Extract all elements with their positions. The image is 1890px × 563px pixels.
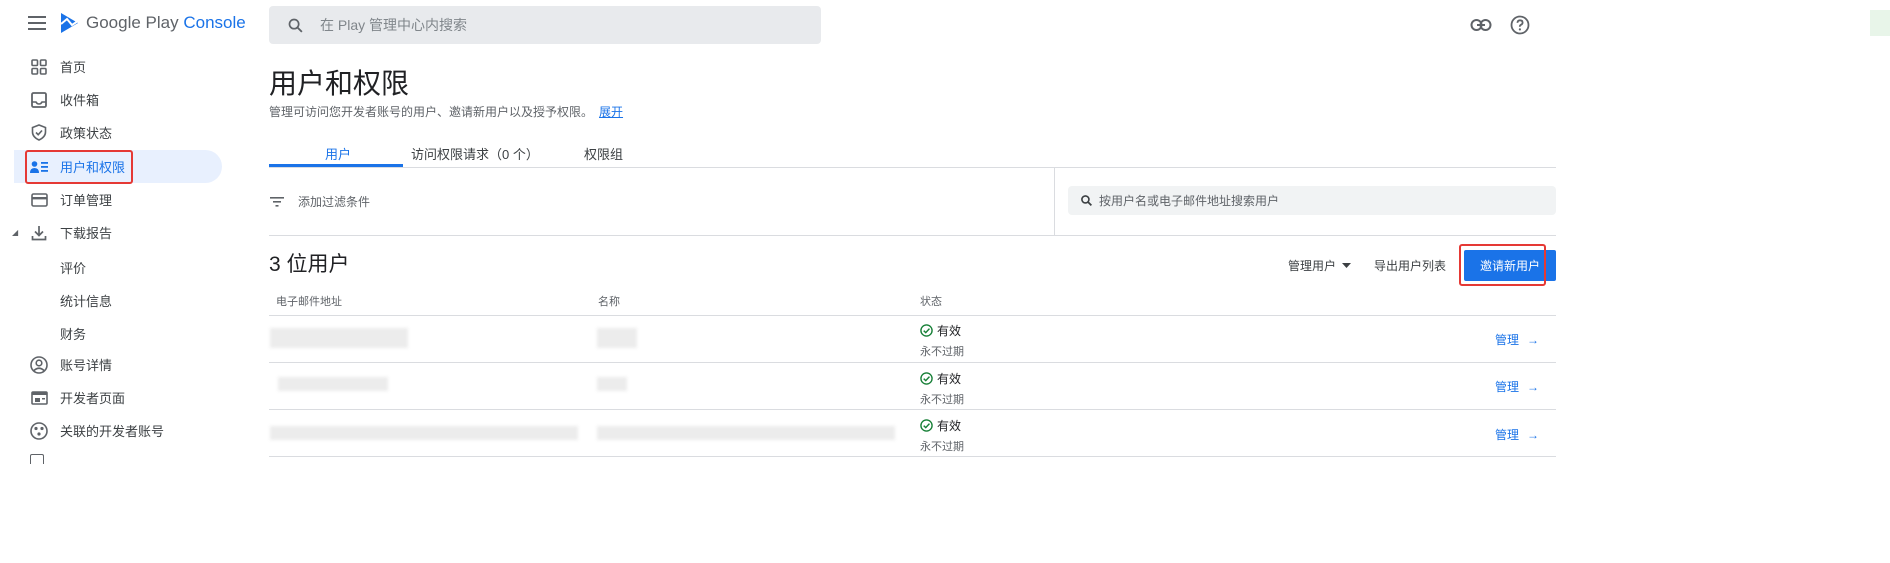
column-header-email: 电子邮件地址 xyxy=(276,296,342,308)
redacted-name xyxy=(597,426,895,440)
redacted-email xyxy=(278,377,388,391)
google-play-console-logo[interactable]: Google Play Console xyxy=(60,12,246,34)
sidebar-item-label: 关联的开发者账号 xyxy=(60,424,165,439)
manage-label: 管理 xyxy=(1495,333,1520,347)
manage-user-button[interactable]: 管理 → xyxy=(1495,331,1539,348)
sidebar-item-home[interactable]: 首页 xyxy=(14,50,222,83)
sidebar-item-label: 首页 xyxy=(60,60,87,75)
vertical-divider xyxy=(1054,168,1055,235)
expiry-text: 永不过期 xyxy=(920,394,964,406)
column-header-status: 状态 xyxy=(920,296,942,308)
sidebar-item-label: 收件箱 xyxy=(60,93,100,108)
status-badge: 有效 永不过期 xyxy=(920,417,964,454)
arrow-right-icon: → xyxy=(1527,332,1540,347)
search-icon xyxy=(1081,195,1092,206)
search-icon xyxy=(288,18,303,33)
sidebar-subitem-reviews[interactable]: 评价 xyxy=(60,258,86,277)
sidebar-item-download-reports[interactable]: 下载报告 xyxy=(14,216,222,249)
manage-users-label: 管理用户 xyxy=(1288,259,1337,273)
page-title: 用户和权限 xyxy=(269,68,410,99)
sidebar-item-label: 开发者页面 xyxy=(60,391,126,406)
status-text: 有效 xyxy=(937,419,962,433)
status-text: 有效 xyxy=(937,324,962,338)
manage-users-dropdown[interactable]: 管理用户 xyxy=(1288,257,1352,274)
download-icon xyxy=(30,224,48,242)
linked-accounts-icon xyxy=(30,421,48,440)
divider xyxy=(269,235,1556,236)
export-user-list-button[interactable]: 导出用户列表 xyxy=(1374,257,1446,274)
sidebar-item-label: 下载报告 xyxy=(60,226,113,241)
logo-text: Google Play Console xyxy=(86,13,246,32)
divider xyxy=(269,167,1556,168)
column-header-name: 名称 xyxy=(598,296,620,308)
filter-label: 添加过滤条件 xyxy=(298,195,371,209)
help-icon[interactable] xyxy=(1509,14,1531,36)
menu-icon[interactable] xyxy=(28,16,46,32)
redacted-name xyxy=(597,377,627,391)
dashboard-icon xyxy=(30,58,48,76)
sidebar-item-inbox[interactable]: 收件箱 xyxy=(14,83,222,116)
sidebar-item-account-details[interactable]: 账号详情 xyxy=(14,348,222,381)
inbox-icon xyxy=(30,91,48,109)
link-icon[interactable] xyxy=(1470,14,1492,36)
avatar[interactable] xyxy=(1870,10,1890,36)
manage-label: 管理 xyxy=(1495,428,1520,442)
user-search-placeholder: 按用户名或电子邮件地址搜索用户 xyxy=(1099,194,1280,208)
manage-user-button[interactable]: 管理 → xyxy=(1495,378,1539,395)
highlight-box xyxy=(1459,244,1546,286)
credit-card-icon xyxy=(30,191,48,209)
divider xyxy=(269,409,1556,410)
divider xyxy=(269,362,1556,363)
tab-access-requests[interactable]: 访问权限请求（0 个） xyxy=(411,144,539,163)
tab-permission-groups[interactable]: 权限组 xyxy=(584,144,623,163)
status-badge: 有效 永不过期 xyxy=(920,322,964,359)
check-circle-icon xyxy=(920,419,933,432)
account-circle-icon xyxy=(30,355,48,374)
sidebar-item-developer-page[interactable]: 开发者页面 xyxy=(14,381,222,414)
sidebar-item-policy-status[interactable]: 政策状态 xyxy=(14,116,222,149)
page-description: 管理可访问您开发者账号的用户、邀请新用户以及授予权限。 展开 xyxy=(269,103,623,120)
status-badge: 有效 永不过期 xyxy=(920,370,964,407)
manage-user-button[interactable]: 管理 → xyxy=(1495,426,1539,443)
expiry-text: 永不过期 xyxy=(920,346,964,358)
arrow-right-icon: → xyxy=(1527,379,1540,394)
sidebar-item-label: 账号详情 xyxy=(60,358,113,373)
tab-users[interactable]: 用户 xyxy=(325,144,351,163)
check-circle-icon xyxy=(920,372,933,385)
sidebar-item-label: 订单管理 xyxy=(60,193,113,208)
user-count: 3 位用户 xyxy=(269,253,350,276)
play-console-logo-icon xyxy=(60,13,79,33)
add-filter-button[interactable]: 添加过滤条件 xyxy=(270,193,370,210)
redacted-name xyxy=(597,328,637,348)
status-text: 有效 xyxy=(937,372,962,386)
sidebar-subitem-finance[interactable]: 财务 xyxy=(60,324,86,343)
sidebar-item-order-management[interactable]: 订单管理 xyxy=(14,183,222,216)
developer-page-icon xyxy=(30,389,48,407)
sidebar-subitem-statistics[interactable]: 统计信息 xyxy=(60,291,112,310)
arrow-right-icon: → xyxy=(1527,427,1540,442)
search-placeholder: 在 Play 管理中心内搜索 xyxy=(320,17,468,33)
description-text: 管理可访问您开发者账号的用户、邀请新用户以及授予权限。 xyxy=(269,105,594,119)
console-search-input[interactable]: 在 Play 管理中心内搜索 xyxy=(269,6,821,44)
partial-nav-icon xyxy=(30,454,44,464)
highlight-box xyxy=(25,150,133,184)
divider xyxy=(269,315,1556,316)
sidebar-item-label: 政策状态 xyxy=(60,126,113,141)
redacted-email xyxy=(270,426,578,440)
expiry-text: 永不过期 xyxy=(920,441,964,453)
filter-icon xyxy=(270,196,284,207)
sidebar-item-linked-developer-accounts[interactable]: 关联的开发者账号 xyxy=(14,414,222,447)
divider xyxy=(269,456,1556,457)
manage-label: 管理 xyxy=(1495,380,1520,394)
expand-link[interactable]: 展开 xyxy=(599,105,623,119)
redacted-email xyxy=(270,328,408,348)
user-search-input[interactable]: 按用户名或电子邮件地址搜索用户 xyxy=(1068,186,1556,215)
chevron-down-icon xyxy=(1342,263,1352,268)
shield-icon xyxy=(30,124,48,142)
check-circle-icon xyxy=(920,324,933,337)
